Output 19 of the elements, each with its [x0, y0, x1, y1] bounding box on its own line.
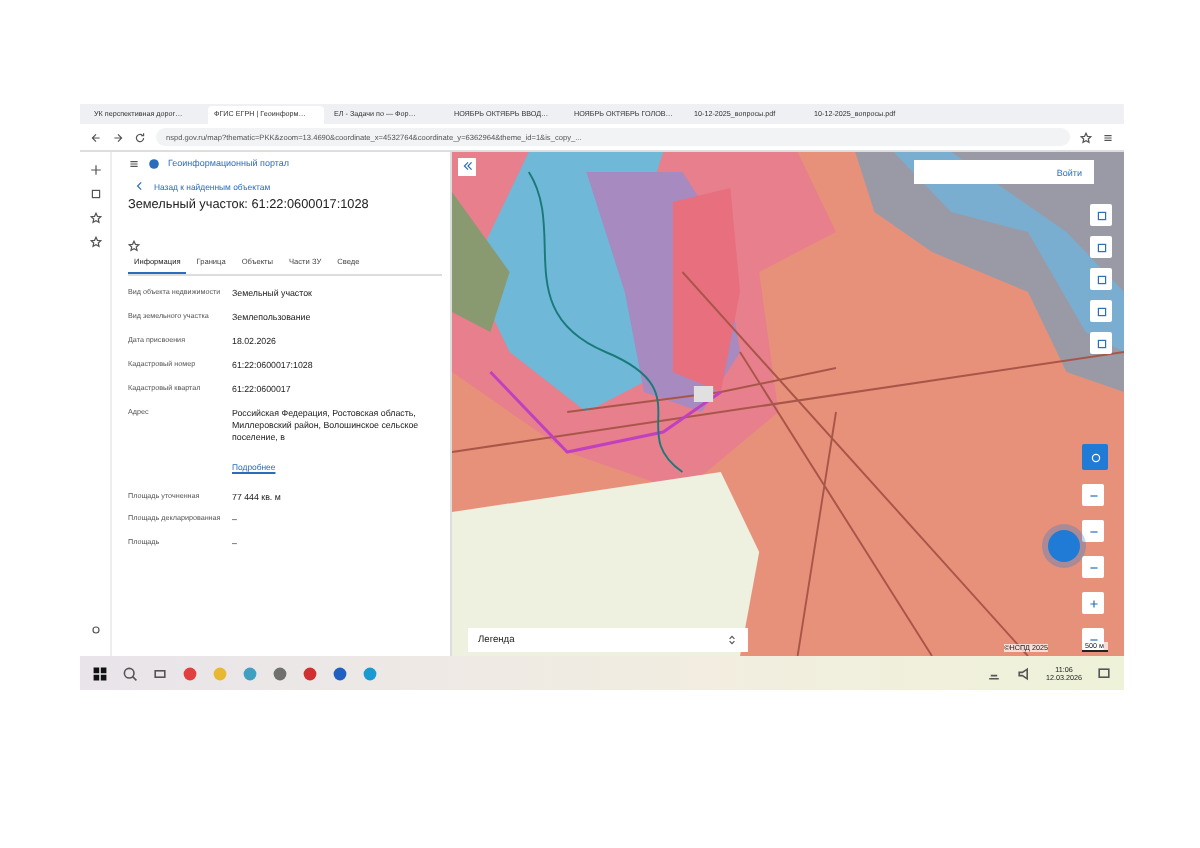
- chevron-icon[interactable]: [726, 634, 738, 646]
- star-icon[interactable]: [128, 240, 140, 252]
- zoom-in-icon[interactable]: [1087, 597, 1099, 609]
- map-drawing[interactable]: [452, 152, 1124, 656]
- reload-icon[interactable]: [134, 131, 146, 143]
- back-icon[interactable]: [90, 131, 102, 143]
- search-icon[interactable]: [122, 665, 138, 681]
- chevron-left-icon[interactable]: [134, 180, 146, 192]
- collapse-button[interactable]: [458, 158, 476, 176]
- volume-icon[interactable]: [1016, 665, 1032, 681]
- menu-icon[interactable]: [128, 157, 140, 169]
- star-icon[interactable]: [89, 212, 101, 224]
- forward-icon[interactable]: [112, 131, 124, 143]
- menu-icon[interactable]: [1102, 131, 1114, 143]
- windows-icon[interactable]: [92, 665, 108, 681]
- zoom-out-icon[interactable]: [1087, 633, 1099, 645]
- task-view-icon[interactable]: [152, 665, 168, 681]
- star-icon[interactable]: [1080, 131, 1092, 143]
- favorites-icon[interactable]: [89, 236, 101, 248]
